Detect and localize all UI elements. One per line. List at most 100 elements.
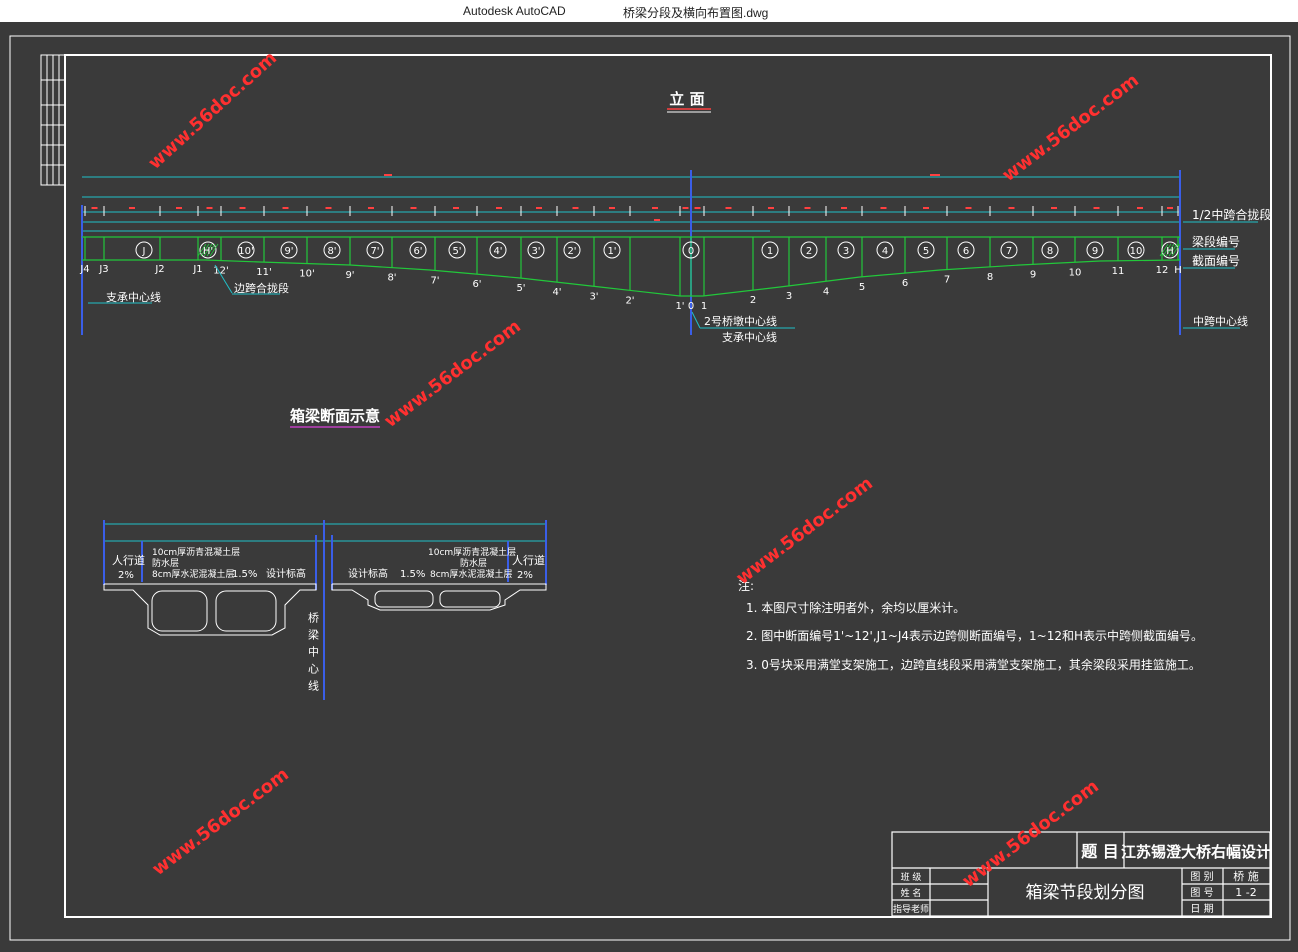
segment-circle: 8' [323, 241, 341, 259]
segment-circle: 2' [563, 241, 581, 259]
dim-value [930, 174, 940, 176]
section-node-label: 5 [859, 282, 865, 293]
sidewalk-left: 人行道 [112, 553, 145, 567]
section-node-label: 1 [701, 301, 707, 312]
svg-text:10: 10 [1130, 246, 1143, 257]
row-label-class: 班 级 [901, 871, 922, 883]
segment-circle: 1' [603, 241, 621, 259]
half-closure-label: 1/2中跨合拢段 [1192, 207, 1271, 222]
svg-text:2': 2' [567, 246, 576, 257]
section-node-label: H [1174, 265, 1182, 276]
segment-circle: 5' [448, 241, 466, 259]
section-node-label: 11' [256, 267, 271, 278]
segment-circle: 10 [1127, 241, 1145, 259]
layer-left-2: 防水层 [152, 557, 179, 569]
watermark-6: www.56doc.com [958, 776, 1103, 892]
segment-circle: J [135, 241, 153, 259]
segment-circle: H' [197, 241, 219, 259]
section-node-label: 8' [387, 273, 396, 284]
bearing-centerline-left-label: 支承中心线 [106, 290, 161, 304]
drawing-name: 箱梁节段划分图 [1026, 883, 1145, 903]
design-elev-right: 设计标高 [348, 567, 388, 580]
segment-circle: 2 [800, 241, 818, 259]
design-elev-left: 设计标高 [266, 567, 306, 580]
section-node-label: 3' [589, 291, 598, 302]
section-node-label: 4' [552, 287, 561, 298]
svg-text:4: 4 [882, 246, 888, 257]
svg-text:7': 7' [370, 246, 379, 257]
row-label-advisor: 指导老师 [893, 903, 929, 915]
right-label-type: 图 别 [1190, 871, 1213, 883]
side-span-closure-label: 边跨合拢段 [234, 281, 289, 295]
dim-value [91, 207, 98, 209]
section-title: 箱梁断面示意 [290, 407, 380, 425]
segment-circle: 1 [761, 241, 779, 259]
segment-number-label: 梁段编号 [1192, 234, 1240, 249]
dim-value [453, 207, 459, 209]
svg-text:0: 0 [688, 246, 694, 257]
title-block-text: 题 目 江苏锡澄大桥右幅设计 箱梁节段划分图 班 级 姓 名 指导老师 图 别 … [893, 842, 1271, 915]
dim-value [1051, 207, 1057, 209]
watermarks: www.56doc.com www.56doc.com www.56doc.co… [144, 48, 1143, 892]
dim-value [572, 207, 579, 209]
pier2-centerline-label: 2号桥墩中心线 [704, 314, 777, 328]
layer-left-1: 10cm厚沥青混凝土层 [152, 546, 240, 558]
segment-circle: 4 [876, 241, 894, 259]
segment-circle: 7 [1000, 241, 1018, 259]
app-name: Autodesk AutoCAD [463, 4, 566, 18]
svg-text:1': 1' [607, 246, 616, 257]
dim-value [1137, 207, 1143, 209]
dim-value [682, 207, 689, 209]
dim-value [1167, 207, 1173, 209]
drawing-canvas[interactable]: 立 面 J H' 10' 9' 8' 7' 6' 5' 4' 3' 2' 1' 0 1 2 3 4 5 6 7 8 9 10… [0, 22, 1298, 948]
section-node-label: 8 [987, 272, 993, 283]
segment-circle: 8 [1041, 241, 1059, 259]
svg-text:5': 5' [452, 246, 461, 257]
slope-right: 2% [517, 570, 533, 581]
cad-drawing[interactable]: 立 面 J H' 10' 9' 8' 7' 6' 5' 4' 3' 2' 1' 0 1 2 3 4 5 6 7 8 9 10… [0, 22, 1298, 948]
section-node-label: J1 [192, 264, 202, 275]
binding-strip [40, 54, 66, 186]
project-title: 江苏锡澄大桥右幅设计 [1121, 843, 1271, 861]
right-label-date: 日 期 [1190, 903, 1213, 915]
dim-value [410, 207, 417, 209]
dim-value [536, 207, 542, 209]
segment-circle: H [1159, 241, 1181, 259]
watermark-4: www.56doc.com [732, 473, 877, 589]
section-node-label: 2' [625, 295, 634, 306]
dim-value [384, 174, 392, 176]
section-node-label: J2 [154, 264, 164, 275]
segment-circle: 6' [409, 241, 427, 259]
segment-circle: 6 [957, 241, 975, 259]
section-node-label: 1' [675, 301, 684, 312]
cross-slope-right: 1.5% [400, 569, 425, 580]
bridge-centerline-vertical-label: 桥梁中心线 [307, 612, 320, 697]
svg-text:J: J [142, 246, 146, 257]
midspan-centerline-label: 中跨中心线 [1193, 314, 1248, 328]
watermark-3: www.56doc.com [380, 316, 525, 432]
dim-value [652, 207, 658, 209]
watermark-2: www.56doc.com [998, 70, 1143, 186]
layer-left-3: 8cm厚水泥混凝土层 [152, 568, 234, 580]
segment-circle: 10' [237, 241, 255, 259]
sidewalk-right: 人行道 [512, 553, 545, 567]
bearing-centerline-mid-label: 支承中心线 [722, 330, 777, 344]
dim-value [496, 207, 502, 209]
right-value-type: 桥 施 [1233, 870, 1259, 883]
note-1: 1. 本图尺寸除注明者外，余均以厘米计。 [746, 600, 965, 615]
slope-left: 2% [118, 570, 134, 581]
svg-text:8': 8' [327, 246, 336, 257]
section-node-label: 10' [299, 269, 314, 280]
segment-circle: 9 [1086, 241, 1104, 259]
cross-slope-left: 1.5% [232, 569, 257, 580]
section-node-label: 7' [430, 275, 439, 286]
section-node-label: 5' [516, 283, 525, 294]
right-label-number: 图 号 [1190, 887, 1213, 899]
section-node-label: 6 [902, 278, 908, 289]
section-number-label: 截面编号 [1192, 253, 1240, 268]
file-name: 桥梁分段及横向布置图.dwg [623, 6, 769, 20]
dim-value [880, 207, 887, 209]
segment-circle: 3 [837, 241, 855, 259]
dim-value [282, 207, 289, 209]
row-label-name: 姓 名 [901, 887, 922, 899]
